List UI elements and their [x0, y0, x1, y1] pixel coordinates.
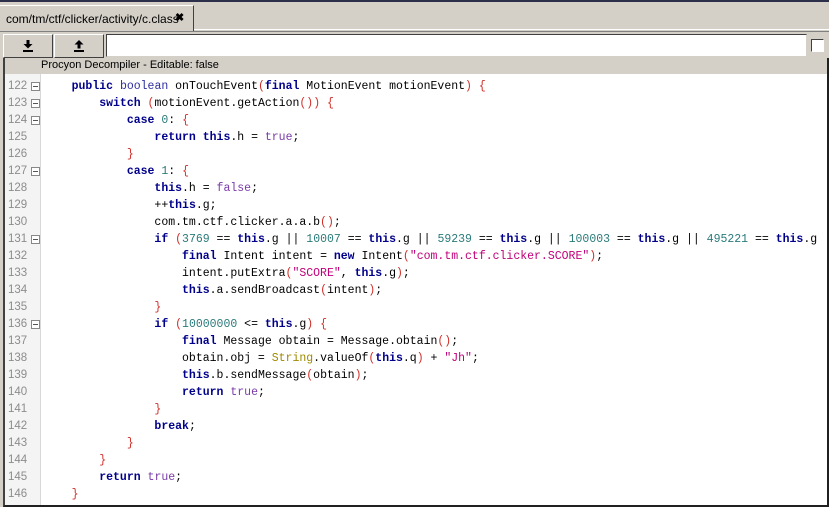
- fold-collapse-icon[interactable]: [31, 116, 40, 125]
- line-number: 134: [8, 284, 28, 296]
- code-text: return true;: [99, 471, 183, 484]
- line-number: 126: [8, 148, 28, 160]
- close-icon[interactable]: ✖: [175, 11, 184, 24]
- code-line: 137 final Message obtain = Message.obtai…: [5, 333, 827, 350]
- code-text: obtain.obj = String.valueOf(this.q) + "J…: [44, 352, 479, 365]
- code-text: final Message obtain = Message.obtain();: [182, 335, 459, 348]
- line-number: 141: [8, 403, 28, 415]
- code-text: this.b.sendMessage(obtain);: [182, 369, 369, 382]
- search-input[interactable]: [106, 34, 807, 57]
- option-checkbox[interactable]: [811, 39, 824, 52]
- line-number: 128: [8, 182, 28, 194]
- tab-title: com/tm/ctf/clicker/activity/c.class: [6, 11, 179, 26]
- line-number: 130: [8, 216, 28, 228]
- code-editor[interactable]: Procyon Decompiler - Editable: false 122…: [3, 58, 829, 507]
- editor-header: Procyon Decompiler - Editable: false: [5, 58, 827, 74]
- code-line: 135 }: [5, 299, 827, 316]
- fold-collapse-icon[interactable]: [31, 82, 40, 91]
- line-number: 138: [8, 352, 28, 364]
- code-text: return true;: [182, 386, 265, 399]
- code-line: 126 }: [5, 146, 827, 163]
- code-text: if (10000000 <= this.g) {: [154, 318, 328, 331]
- code-text: }: [71, 488, 79, 501]
- tab-c-class[interactable]: com/tm/ctf/clicker/activity/c.class ✖: [0, 5, 194, 31]
- code-line: 127 case 1: {: [5, 163, 827, 180]
- code-line: 136 if (10000000 <= this.g) {: [5, 316, 827, 333]
- download-button[interactable]: [3, 34, 53, 58]
- code-text: this.a.sendBroadcast(intent);: [182, 284, 383, 297]
- code-line: 141 }: [5, 401, 827, 418]
- code-text: }: [126, 437, 134, 450]
- code-line: 139 this.b.sendMessage(obtain);: [5, 367, 827, 384]
- code-text: if (3769 == this.g || 10007 == this.g ||…: [154, 233, 818, 246]
- code-line: 146 }: [5, 486, 827, 503]
- upload-button[interactable]: [54, 34, 104, 58]
- line-number: 140: [8, 386, 28, 398]
- code-line: 145 return true;: [5, 469, 827, 486]
- code-text: intent.putExtra("SCORE", this.g);: [44, 267, 410, 280]
- fold-collapse-icon[interactable]: [31, 320, 40, 329]
- code-area: 122 public boolean onTouchEvent(final Mo…: [5, 78, 827, 503]
- code-line: 143 }: [5, 435, 827, 452]
- code-line: 140 return true;: [5, 384, 827, 401]
- code-line: 142 break;: [5, 418, 827, 435]
- code-text: com.tm.ctf.clicker.a.a.b();: [44, 216, 341, 229]
- decompiler-label: Procyon Decompiler - Editable: false: [41, 59, 219, 71]
- line-number: 135: [8, 301, 28, 313]
- download-icon: [23, 40, 33, 52]
- code-text: public boolean onTouchEvent(final Motion…: [71, 80, 486, 93]
- line-number: 146: [8, 488, 28, 500]
- line-number: 125: [8, 131, 28, 143]
- fold-collapse-icon[interactable]: [31, 99, 40, 108]
- code-line: 123 switch (motionEvent.getAction()) {: [5, 95, 827, 112]
- code-text: break;: [154, 420, 196, 433]
- line-number: 132: [8, 250, 28, 262]
- code-line: 132 final Intent intent = new Intent("co…: [5, 248, 827, 265]
- toolbar: [0, 31, 829, 58]
- code-text: }: [126, 148, 134, 161]
- line-number: 145: [8, 471, 28, 483]
- code-text: switch (motionEvent.getAction()) {: [99, 97, 334, 110]
- line-number: 142: [8, 420, 28, 432]
- code-line: 131 if (3769 == this.g || 10007 == this.…: [5, 231, 827, 248]
- fold-collapse-icon[interactable]: [31, 167, 40, 176]
- line-number: 129: [8, 199, 28, 211]
- code-line: 122 public boolean onTouchEvent(final Mo…: [5, 78, 827, 95]
- code-line: 144 }: [5, 452, 827, 469]
- code-line: 129 ++this.g;: [5, 197, 827, 214]
- line-number: 143: [8, 437, 28, 449]
- fold-collapse-icon[interactable]: [31, 235, 40, 244]
- code-text: this.h = false;: [154, 182, 258, 195]
- tab-bar: com/tm/ctf/clicker/activity/c.class ✖: [0, 2, 829, 31]
- upload-icon: [74, 40, 84, 52]
- code-text: ++this.g;: [44, 199, 217, 212]
- code-line: 134 this.a.sendBroadcast(intent);: [5, 282, 827, 299]
- code-text: }: [99, 454, 107, 467]
- code-text: return this.h = true;: [154, 131, 300, 144]
- line-number: 137: [8, 335, 28, 347]
- code-line: 130 com.tm.ctf.clicker.a.a.b();: [5, 214, 827, 231]
- code-text: final Intent intent = new Intent("com.tm…: [182, 250, 604, 263]
- line-number: 144: [8, 454, 28, 466]
- code-text: case 0: {: [126, 114, 189, 127]
- code-line: 128 this.h = false;: [5, 180, 827, 197]
- line-number: 133: [8, 267, 28, 279]
- code-line: 138 obtain.obj = String.valueOf(this.q) …: [5, 350, 827, 367]
- code-line: 125 return this.h = true;: [5, 129, 827, 146]
- code-line: 124 case 0: {: [5, 112, 827, 129]
- code-line: 133 intent.putExtra("SCORE", this.g);: [5, 265, 827, 282]
- code-text: case 1: {: [126, 165, 189, 178]
- code-text: }: [154, 403, 162, 416]
- line-number: 139: [8, 369, 28, 381]
- code-text: }: [154, 301, 162, 314]
